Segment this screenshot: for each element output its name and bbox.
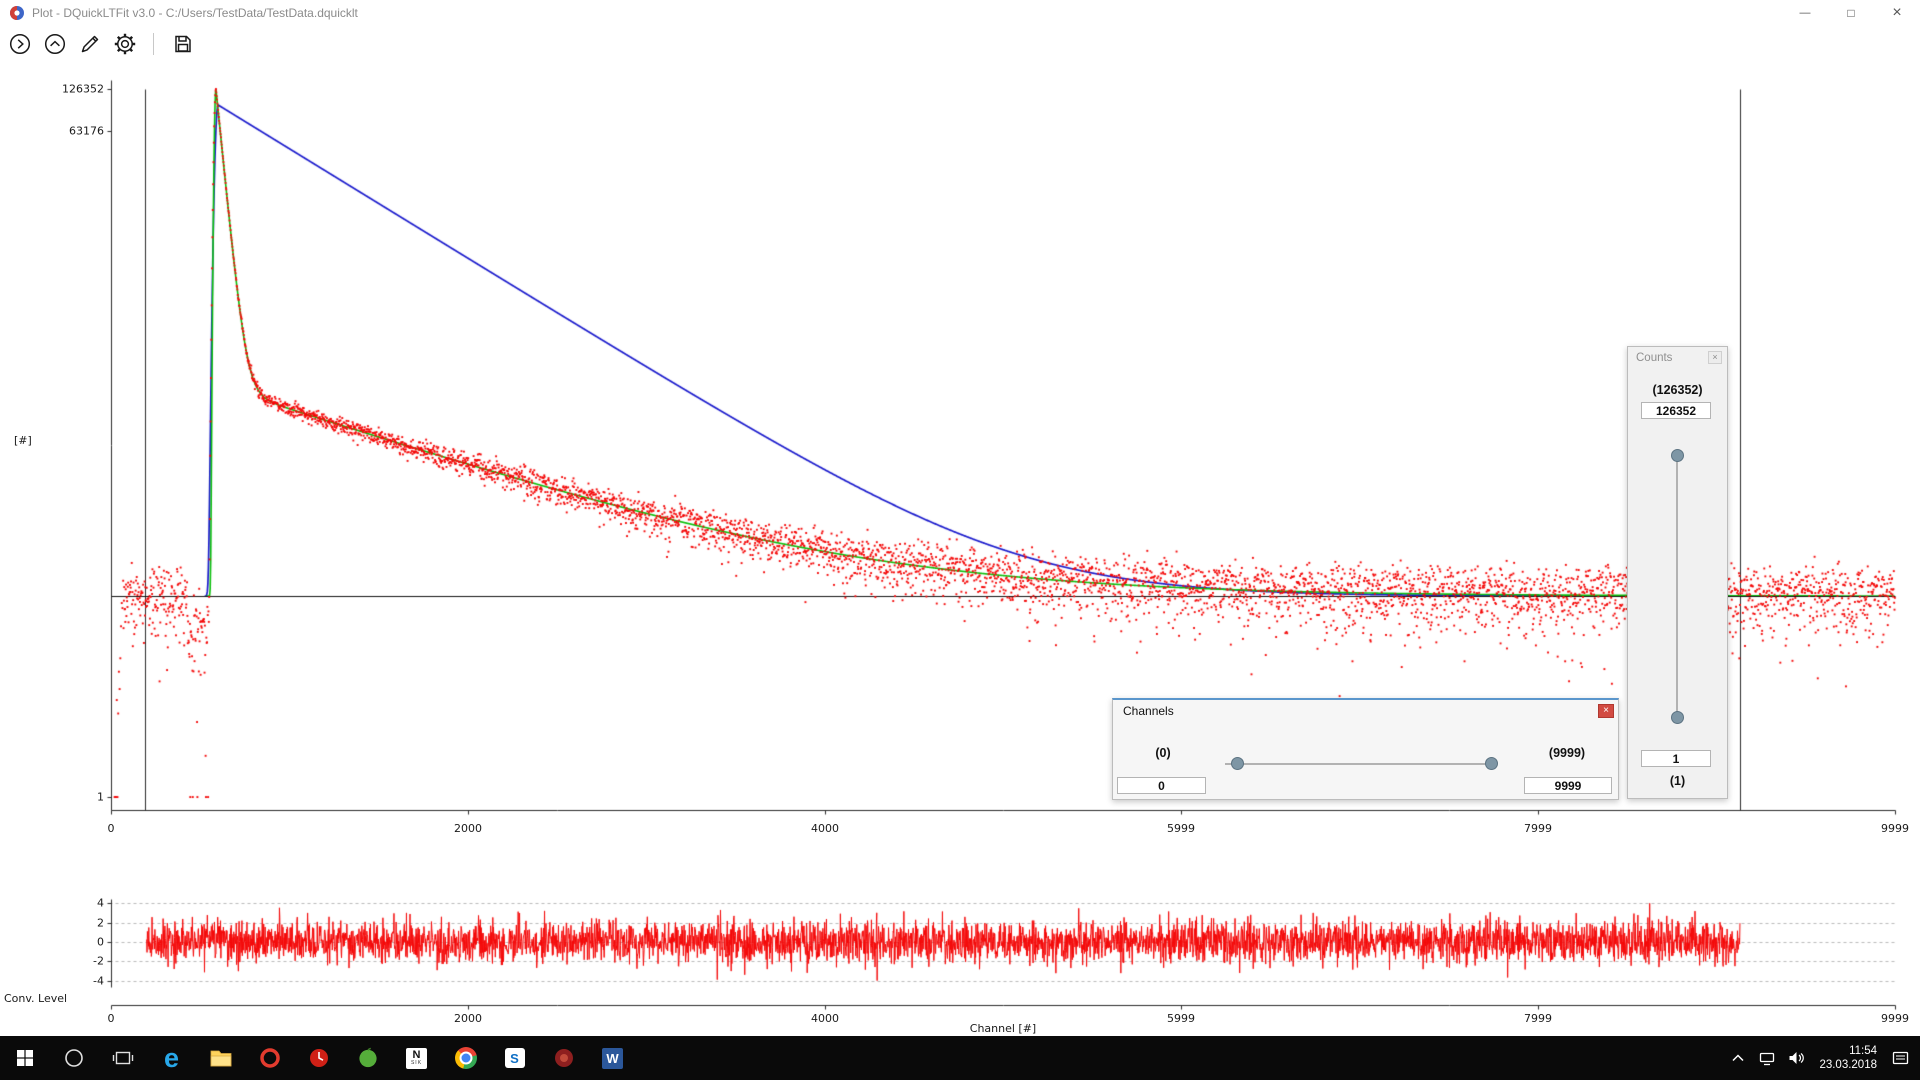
counts-slider-upper-handle[interactable] bbox=[1671, 449, 1684, 462]
counts-slider-track[interactable] bbox=[1676, 456, 1678, 718]
channels-panel-close-button[interactable]: × bbox=[1598, 704, 1614, 718]
taskbar-item-app-red-ring[interactable] bbox=[245, 1036, 294, 1080]
tray-show-hidden-icons[interactable] bbox=[1728, 1043, 1748, 1073]
channels-slider-upper-handle[interactable] bbox=[1485, 757, 1498, 770]
taskbar-item-chrome[interactable] bbox=[441, 1036, 490, 1080]
taskbar-item-file-explorer[interactable] bbox=[196, 1036, 245, 1080]
windows-logo-icon bbox=[15, 1048, 35, 1068]
taskbar-item-edge[interactable]: e bbox=[147, 1036, 196, 1080]
chevron-up-circle-icon bbox=[43, 32, 67, 56]
counts-min-bracket-label: (1) bbox=[1628, 774, 1727, 788]
taskbar-item-app-n[interactable]: N SIK bbox=[392, 1036, 441, 1080]
speaker-icon bbox=[1788, 1051, 1805, 1065]
green-circle-icon bbox=[357, 1047, 379, 1069]
raise-button[interactable] bbox=[41, 30, 68, 57]
settings-button[interactable] bbox=[111, 30, 138, 57]
application-window: 126352631761020004000599979999999420-2-4… bbox=[0, 0, 1920, 1080]
tray-time: 11:54 bbox=[1849, 1044, 1877, 1058]
action-center-icon bbox=[1892, 1051, 1909, 1066]
start-button[interactable] bbox=[0, 1036, 49, 1080]
residual-plot-ylabel: Conv. Level bbox=[4, 992, 67, 1005]
counts-panel-close-button[interactable]: × bbox=[1708, 351, 1722, 364]
taskbar-item-app-clock[interactable] bbox=[294, 1036, 343, 1080]
channels-min-input[interactable] bbox=[1117, 777, 1206, 794]
pencil-icon bbox=[78, 32, 102, 56]
main-plot-ylabel: [#] bbox=[14, 434, 32, 447]
tray-volume[interactable] bbox=[1786, 1043, 1806, 1073]
task-view-icon bbox=[112, 1048, 134, 1068]
counts-max-input[interactable] bbox=[1641, 402, 1711, 419]
folder-icon bbox=[209, 1048, 233, 1068]
run-fit-button[interactable] bbox=[6, 30, 33, 57]
residual-plot-xlabel: Channel [#] bbox=[970, 1022, 1036, 1035]
counts-slider-lower-handle[interactable] bbox=[1671, 711, 1684, 724]
edge-icon: e bbox=[164, 1045, 179, 1072]
counts-min-input[interactable] bbox=[1641, 750, 1711, 767]
tray-network[interactable] bbox=[1757, 1043, 1777, 1073]
channels-slider-lower-handle[interactable] bbox=[1231, 757, 1244, 770]
window-title: Plot - DQuickLTFit v3.0 - C:/Users/TestD… bbox=[32, 6, 358, 20]
search-icon bbox=[63, 1047, 85, 1069]
task-view-button[interactable] bbox=[98, 1036, 147, 1080]
taskbar-item-word[interactable]: W bbox=[588, 1036, 637, 1080]
gear-icon bbox=[113, 32, 137, 56]
maximize-button[interactable]: □ bbox=[1828, 0, 1874, 26]
counts-panel: Counts × (126352) (1) bbox=[1627, 346, 1728, 799]
channels-min-bracket-label: (0) bbox=[1133, 746, 1193, 760]
app-icon bbox=[9, 5, 25, 21]
red-ring-icon bbox=[259, 1047, 281, 1069]
taskbar-item-app-s[interactable]: S bbox=[490, 1036, 539, 1080]
chrome-icon bbox=[455, 1047, 477, 1069]
action-center-button[interactable] bbox=[1890, 1043, 1910, 1073]
window-controls: — □ × bbox=[1782, 0, 1920, 26]
s-app-icon: S bbox=[505, 1048, 525, 1068]
network-icon bbox=[1759, 1051, 1775, 1066]
edit-button[interactable] bbox=[76, 30, 103, 57]
counts-panel-title: Counts bbox=[1636, 352, 1672, 364]
close-button[interactable]: × bbox=[1874, 0, 1920, 26]
taskbar: e N SIK bbox=[0, 1036, 1920, 1080]
red-clock-icon bbox=[308, 1047, 330, 1069]
channels-panel-title: Channels bbox=[1123, 704, 1174, 718]
chevron-up-icon bbox=[1731, 1052, 1745, 1064]
play-circle-icon bbox=[8, 32, 32, 56]
channels-max-input[interactable] bbox=[1524, 777, 1612, 794]
tray-date: 23.03.2018 bbox=[1819, 1058, 1877, 1072]
word-icon: W bbox=[602, 1048, 623, 1069]
window-titlebar: Plot - DQuickLTFit v3.0 - C:/Users/TestD… bbox=[0, 0, 1920, 26]
search-button[interactable] bbox=[49, 1036, 98, 1080]
channels-max-bracket-label: (9999) bbox=[1537, 746, 1597, 760]
tray-clock[interactable]: 11:54 23.03.2018 bbox=[1815, 1044, 1881, 1072]
taskbar-item-app-darkred[interactable] bbox=[539, 1036, 588, 1080]
save-icon bbox=[171, 32, 195, 56]
channels-slider-track[interactable] bbox=[1225, 763, 1497, 765]
system-tray: 11:54 23.03.2018 bbox=[1728, 1036, 1920, 1080]
toolbar-separator bbox=[153, 33, 154, 55]
n-app-icon: N SIK bbox=[406, 1048, 427, 1069]
counts-max-bracket-label: (126352) bbox=[1628, 383, 1727, 397]
minimize-button[interactable]: — bbox=[1782, 0, 1828, 26]
channels-panel: Channels × (0) (9999) bbox=[1112, 698, 1619, 800]
dark-red-circle-icon bbox=[553, 1047, 575, 1069]
toolbar bbox=[6, 30, 196, 57]
save-button[interactable] bbox=[169, 30, 196, 57]
taskbar-item-app-green[interactable] bbox=[343, 1036, 392, 1080]
